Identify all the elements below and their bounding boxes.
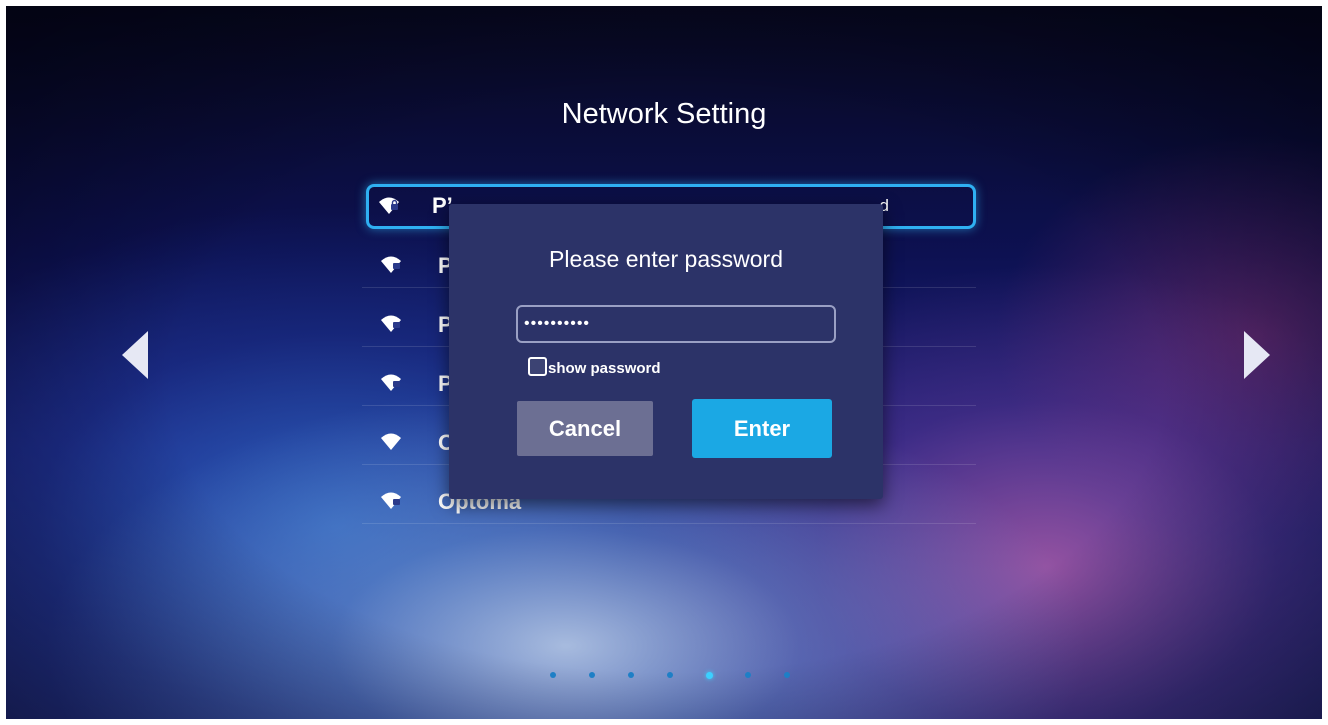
- page-dot: [745, 672, 751, 678]
- wifi-locked-icon: [379, 197, 399, 214]
- page-dot: [589, 672, 595, 678]
- wifi-locked-icon: [381, 315, 401, 332]
- page-dot: [784, 672, 790, 678]
- cancel-button[interactable]: Cancel: [517, 401, 653, 456]
- chevron-left-icon[interactable]: [122, 331, 148, 379]
- wifi-open-icon: [381, 433, 401, 450]
- page-title: Network Setting: [561, 98, 767, 130]
- chevron-right-icon[interactable]: [1244, 331, 1270, 379]
- screen: Network Setting P’ d P P P O Optoma Plea…: [6, 6, 1322, 719]
- password-input[interactable]: [516, 305, 836, 343]
- enter-button[interactable]: Enter: [692, 399, 832, 458]
- page-dot-active: [706, 672, 713, 679]
- show-password-checkbox[interactable]: [528, 357, 547, 376]
- dialog-title: Please enter password: [549, 246, 783, 272]
- page-dot: [550, 672, 556, 678]
- password-dialog: Please enter password show password Canc…: [449, 204, 883, 499]
- wifi-locked-icon: [381, 256, 401, 273]
- page-dot: [628, 672, 634, 678]
- page-dot: [667, 672, 673, 678]
- show-password-label: show password: [548, 360, 661, 377]
- wifi-locked-icon: [381, 374, 401, 391]
- wifi-locked-icon: [381, 492, 401, 509]
